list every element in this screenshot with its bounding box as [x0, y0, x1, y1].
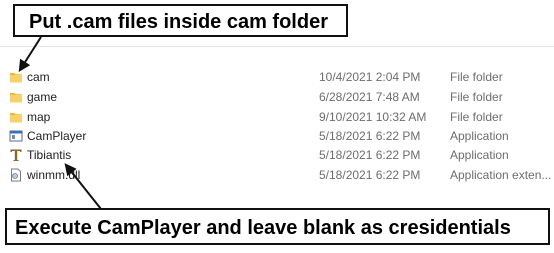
- folder-icon: [10, 113, 22, 123]
- file-date-modified: 6/28/2021 7:48 AM: [319, 90, 420, 104]
- file-type: File folder: [450, 70, 503, 84]
- file-name: cam: [27, 70, 50, 84]
- file-name: Tibiantis: [27, 148, 72, 162]
- instruction-callout-camplayer: Execute CamPlayer and leave blank as cre…: [5, 208, 550, 245]
- file-date-modified: 5/18/2021 6:22 PM: [319, 168, 421, 182]
- folder-icon: [10, 73, 22, 83]
- file-type: File folder: [450, 110, 503, 124]
- file-type: Application: [450, 129, 509, 143]
- file-date-modified: 5/18/2021 6:22 PM: [319, 129, 421, 143]
- file-date-modified: 10/4/2021 2:04 PM: [319, 70, 421, 84]
- file-type: Application: [450, 148, 509, 162]
- file-row-camplayer[interactable]: CamPlayer 5/18/2021 6:22 PM Application: [0, 127, 554, 146]
- column-header-divider: [0, 46, 554, 47]
- tibiantis-app-icon: [10, 149, 22, 161]
- application-icon: [9, 130, 23, 142]
- file-name: game: [27, 90, 58, 104]
- file-name: map: [27, 110, 51, 124]
- instruction-callout-cam-folder: Put .cam files inside cam folder: [13, 4, 348, 37]
- file-type: Application exten...: [450, 168, 552, 182]
- file-type: File folder: [450, 90, 503, 104]
- file-row-winmm-dll[interactable]: winmm.dll 5/18/2021 6:22 PM Application …: [0, 166, 554, 185]
- file-row-game[interactable]: game 6/28/2021 7:48 AM File folder: [0, 88, 554, 107]
- file-name: winmm.dll: [27, 168, 81, 182]
- file-row-tibiantis[interactable]: Tibiantis 5/18/2021 6:22 PM Application: [0, 146, 554, 165]
- folder-icon: [10, 93, 22, 103]
- file-name: CamPlayer: [27, 129, 87, 143]
- file-date-modified: 5/18/2021 6:22 PM: [319, 148, 421, 162]
- dll-file-icon: [11, 168, 21, 182]
- file-row-cam[interactable]: cam 10/4/2021 2:04 PM File folder: [0, 68, 554, 87]
- file-row-map[interactable]: map 9/10/2021 10:32 AM File folder: [0, 108, 554, 127]
- file-date-modified: 9/10/2021 10:32 AM: [319, 110, 427, 124]
